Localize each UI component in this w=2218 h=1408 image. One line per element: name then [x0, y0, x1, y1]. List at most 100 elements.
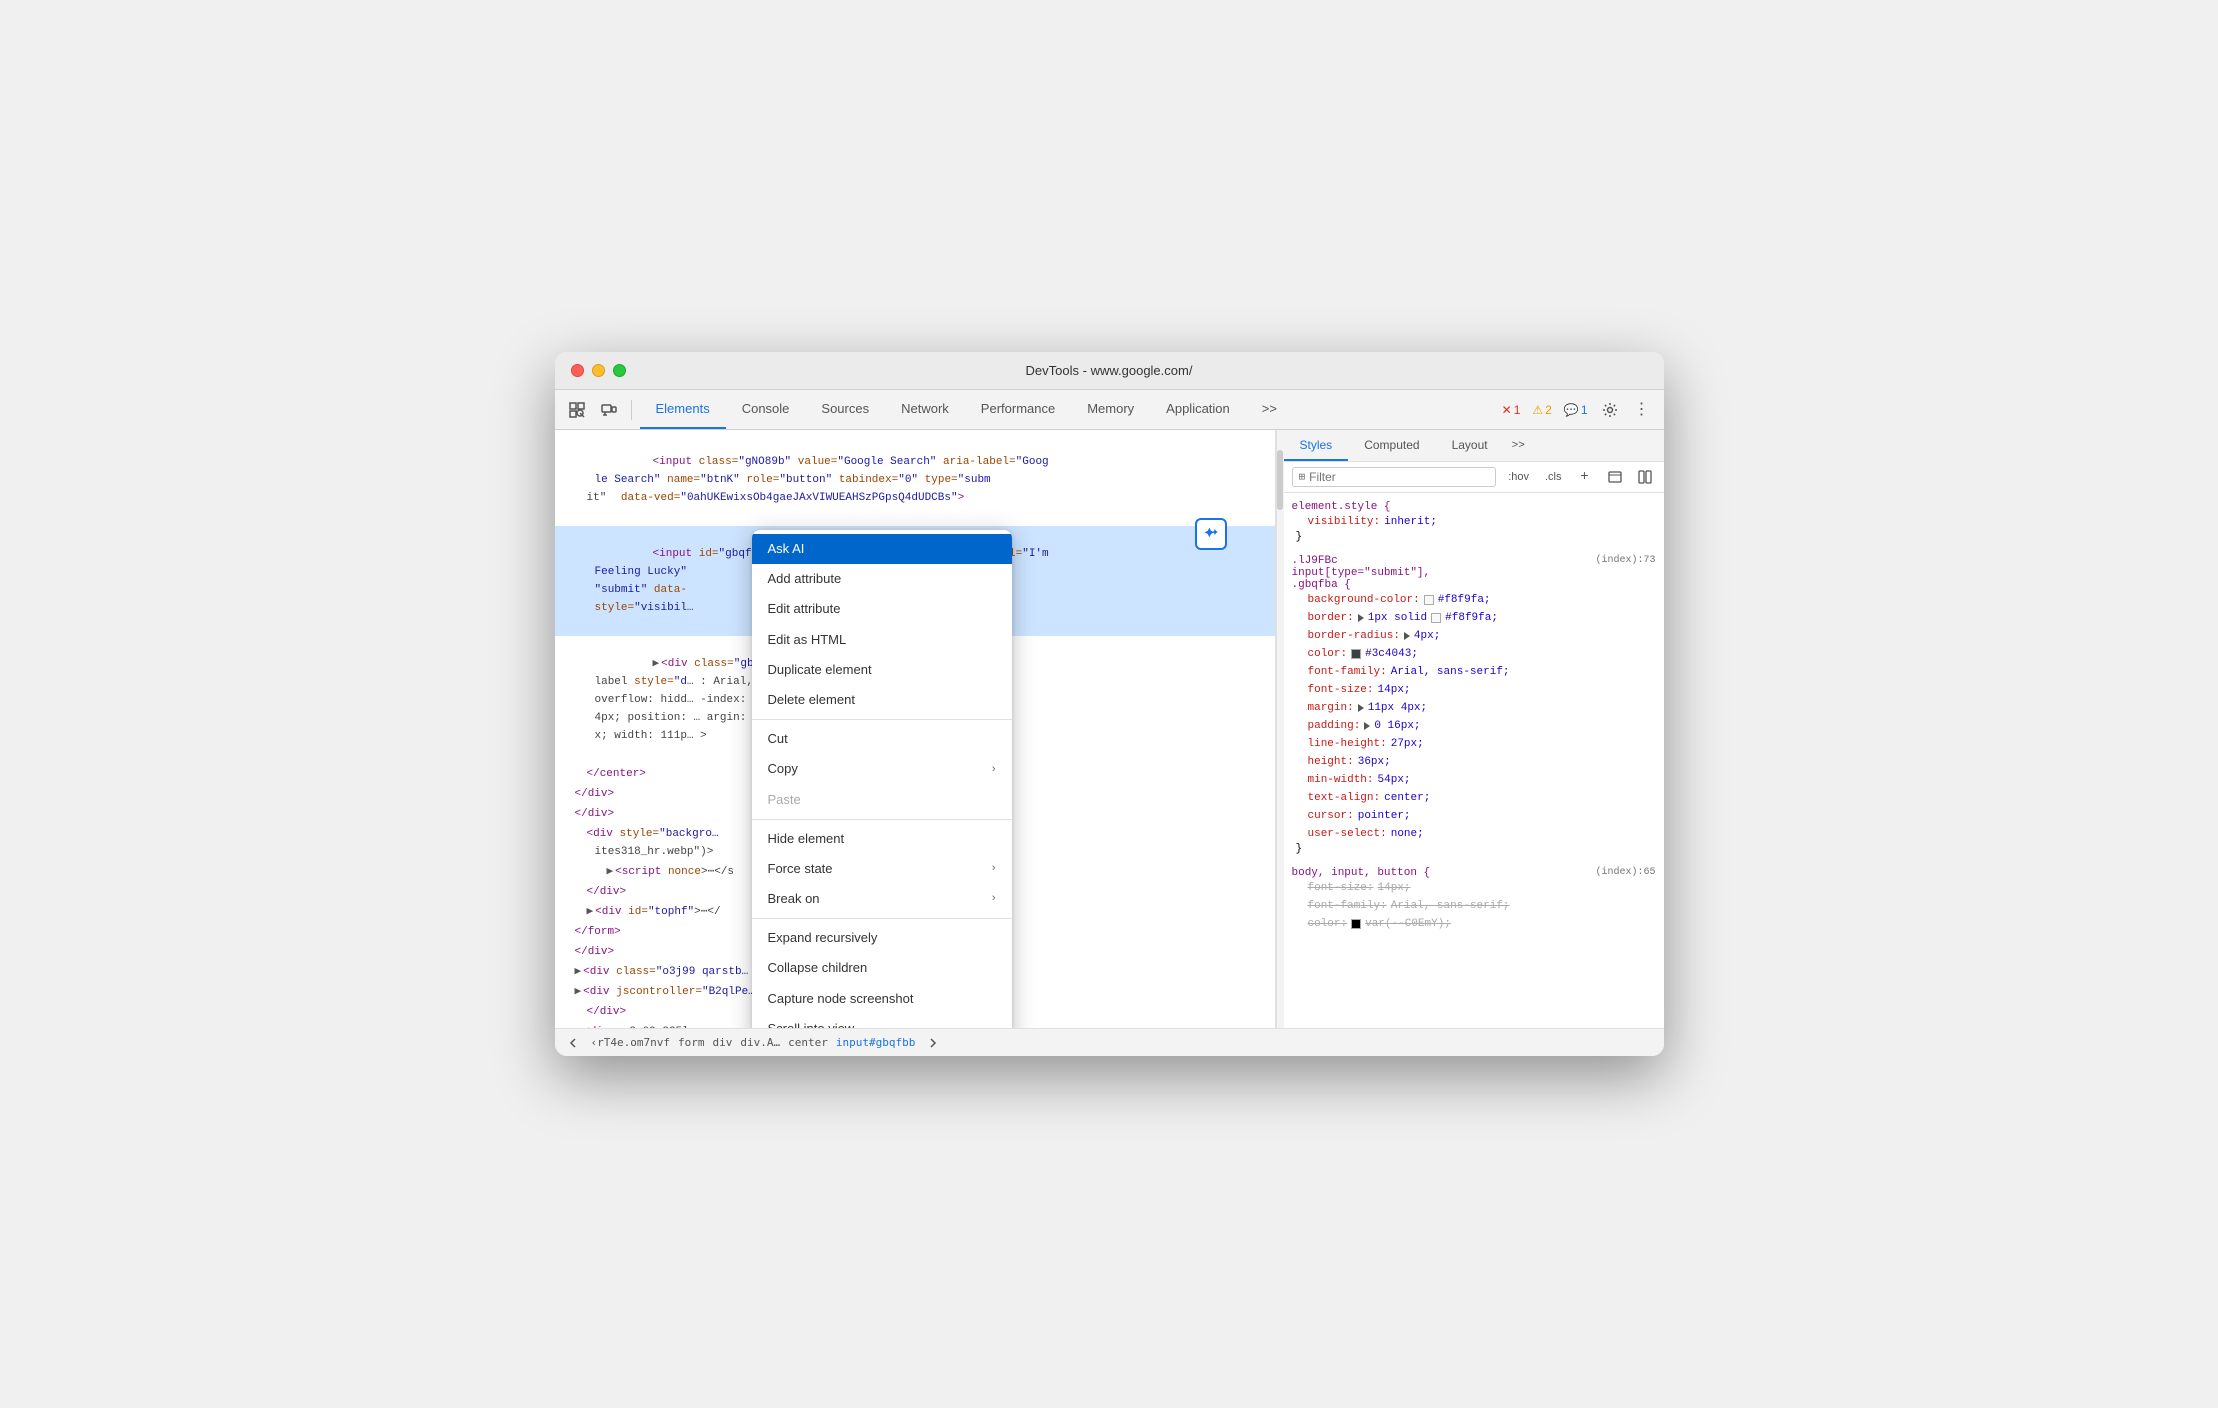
menu-item-force-state[interactable]: Force state ›	[752, 854, 1012, 884]
val-padding: 0 16px;	[1374, 717, 1420, 735]
error-icon: ✕	[1502, 403, 1512, 417]
info-badge[interactable]: 💬 1	[1560, 401, 1592, 419]
menu-item-delete-label: Delete element	[768, 691, 855, 709]
break-on-arrow: ›	[992, 891, 996, 906]
style-selector: element.style {	[1292, 501, 1391, 513]
style-location: (index):73	[1595, 555, 1655, 566]
prop-margin: margin:	[1292, 699, 1354, 717]
swatch-bg-color[interactable]	[1424, 595, 1434, 605]
tab-console[interactable]: Console	[726, 390, 806, 429]
prop-border-radius: border-radius:	[1292, 627, 1400, 645]
menu-item-edit-attribute-label: Edit attribute	[768, 600, 841, 618]
menu-item-hide-element[interactable]: Hide element	[752, 824, 1012, 854]
style-line-height: height: 36px;	[1292, 753, 1656, 771]
tab-more[interactable]: >>	[1246, 390, 1293, 429]
scroll-thumb[interactable]	[1277, 450, 1283, 510]
val-font-family: Arial, sans-serif;	[1391, 663, 1510, 681]
style-line-body-font-family: font-family: Arial, sans-serif;	[1292, 897, 1656, 915]
triangle-border[interactable]	[1358, 614, 1364, 622]
tab-elements[interactable]: Elements	[640, 390, 726, 429]
elements-scrollbar[interactable]	[1276, 430, 1284, 1028]
breadcrumb-nav-forward[interactable]	[923, 1033, 943, 1053]
menu-item-expand-recursively[interactable]: Expand recursively	[752, 923, 1012, 953]
swatch-body-color[interactable]	[1351, 919, 1361, 929]
ai-badge-button[interactable]	[1195, 518, 1227, 550]
menu-item-copy[interactable]: Copy ›	[752, 754, 1012, 784]
triangle-margin[interactable]	[1358, 704, 1364, 712]
tab-network[interactable]: Network	[885, 390, 965, 429]
breadcrumb-nav-back[interactable]	[563, 1033, 583, 1053]
val-min-width: 54px;	[1378, 771, 1411, 789]
style-val: inherit;	[1384, 513, 1437, 531]
menu-item-capture-screenshot[interactable]: Capture node screenshot	[752, 984, 1012, 1014]
menu-item-force-state-label: Force state	[768, 860, 833, 878]
tab-memory[interactable]: Memory	[1071, 390, 1150, 429]
styles-filter-bar: ⊞ :hov .cls +	[1284, 462, 1664, 493]
menu-item-edit-as-html[interactable]: Edit as HTML	[752, 625, 1012, 655]
menu-item-cut-label: Cut	[768, 730, 788, 748]
triangle-border-radius[interactable]	[1404, 632, 1410, 640]
style-selector-input-submit: input[type="submit"],	[1292, 567, 1431, 579]
swatch-border[interactable]	[1431, 613, 1441, 623]
tab-performance[interactable]: Performance	[965, 390, 1071, 429]
style-line-border: border: 1px solid #f8f9fa;	[1292, 609, 1656, 627]
device-toggle-icon[interactable]	[595, 396, 623, 424]
add-style-rule-button[interactable]: +	[1574, 466, 1596, 488]
style-location-2: (index):65	[1595, 867, 1655, 878]
tab-styles[interactable]: Styles	[1284, 430, 1349, 461]
traffic-lights	[571, 364, 626, 377]
val-bg-color: #f8f9fa;	[1438, 591, 1491, 609]
menu-item-collapse-children[interactable]: Collapse children	[752, 953, 1012, 983]
computed-panel-icon[interactable]	[1634, 466, 1656, 488]
breadcrumb-item-root[interactable]: ‹rT4e.om7nvf	[587, 1036, 674, 1049]
breadcrumb-label-form: form	[678, 1036, 705, 1049]
maximize-button[interactable]	[613, 364, 626, 377]
breadcrumb-item-center[interactable]: center	[784, 1036, 832, 1049]
minimize-button[interactable]	[592, 364, 605, 377]
tab-computed[interactable]: Computed	[1348, 430, 1435, 461]
style-rule-body-input-button: body, input, button { (index):65 font-si…	[1292, 867, 1656, 933]
element-state-icon[interactable]	[1604, 466, 1626, 488]
prop-body-font-family: font-family:	[1292, 897, 1387, 915]
menu-separator-3	[752, 918, 1012, 919]
more-options-icon[interactable]: ⋮	[1628, 396, 1656, 424]
inspector-icon[interactable]	[563, 396, 591, 424]
warning-badge[interactable]: ⚠ 2	[1528, 401, 1555, 419]
html-line: <input class="gNO89b" value="Google Sear…	[555, 434, 1275, 526]
tab-application[interactable]: Application	[1150, 390, 1246, 429]
breadcrumb-label-diva: div.A…	[740, 1036, 780, 1049]
prop-user-select: user-select:	[1292, 825, 1387, 843]
menu-item-delete-element[interactable]: Delete element	[752, 685, 1012, 715]
swatch-color[interactable]	[1351, 649, 1361, 659]
tab-layout[interactable]: Layout	[1436, 430, 1504, 461]
menu-item-break-on[interactable]: Break on ›	[752, 884, 1012, 914]
prop-body-font-size: font-size:	[1292, 879, 1374, 897]
tab-sources[interactable]: Sources	[805, 390, 885, 429]
menu-item-cut[interactable]: Cut	[752, 724, 1012, 754]
breadcrumb-item-form[interactable]: form	[674, 1036, 709, 1049]
error-badge[interactable]: ✕ 1	[1498, 401, 1525, 419]
settings-icon[interactable]	[1596, 396, 1624, 424]
val-cursor: pointer;	[1358, 807, 1411, 825]
breadcrumb-item-diva[interactable]: div.A…	[736, 1036, 784, 1049]
context-menu: Ask AI Add attribute Edit attribute Edit…	[752, 530, 1012, 1028]
val-body-color: var(--C0EmY);	[1365, 915, 1451, 933]
breadcrumb-item-input[interactable]: input#gbqfbb	[832, 1036, 919, 1049]
menu-item-add-attribute[interactable]: Add attribute	[752, 564, 1012, 594]
menu-item-ask-ai-label: Ask AI	[768, 540, 805, 558]
triangle-padding[interactable]	[1364, 722, 1370, 730]
cls-button[interactable]: .cls	[1541, 469, 1566, 485]
style-line-color: color: #3c4043;	[1292, 645, 1656, 663]
menu-item-add-attribute-label: Add attribute	[768, 570, 842, 588]
menu-item-duplicate-element[interactable]: Duplicate element	[752, 655, 1012, 685]
hov-button[interactable]: :hov	[1504, 469, 1533, 485]
style-line-margin: margin: 11px 4px;	[1292, 699, 1656, 717]
elements-panel[interactable]: <input class="gNO89b" value="Google Sear…	[555, 430, 1276, 1028]
breadcrumb-item-div[interactable]: div	[708, 1036, 736, 1049]
menu-item-scroll-into-view[interactable]: Scroll into view	[752, 1014, 1012, 1028]
styles-more-tabs[interactable]: >>	[1504, 430, 1533, 461]
menu-item-ask-ai[interactable]: Ask AI	[752, 534, 1012, 564]
menu-item-edit-attribute[interactable]: Edit attribute	[752, 594, 1012, 624]
close-button[interactable]	[571, 364, 584, 377]
styles-filter-input[interactable]	[1309, 470, 1489, 484]
